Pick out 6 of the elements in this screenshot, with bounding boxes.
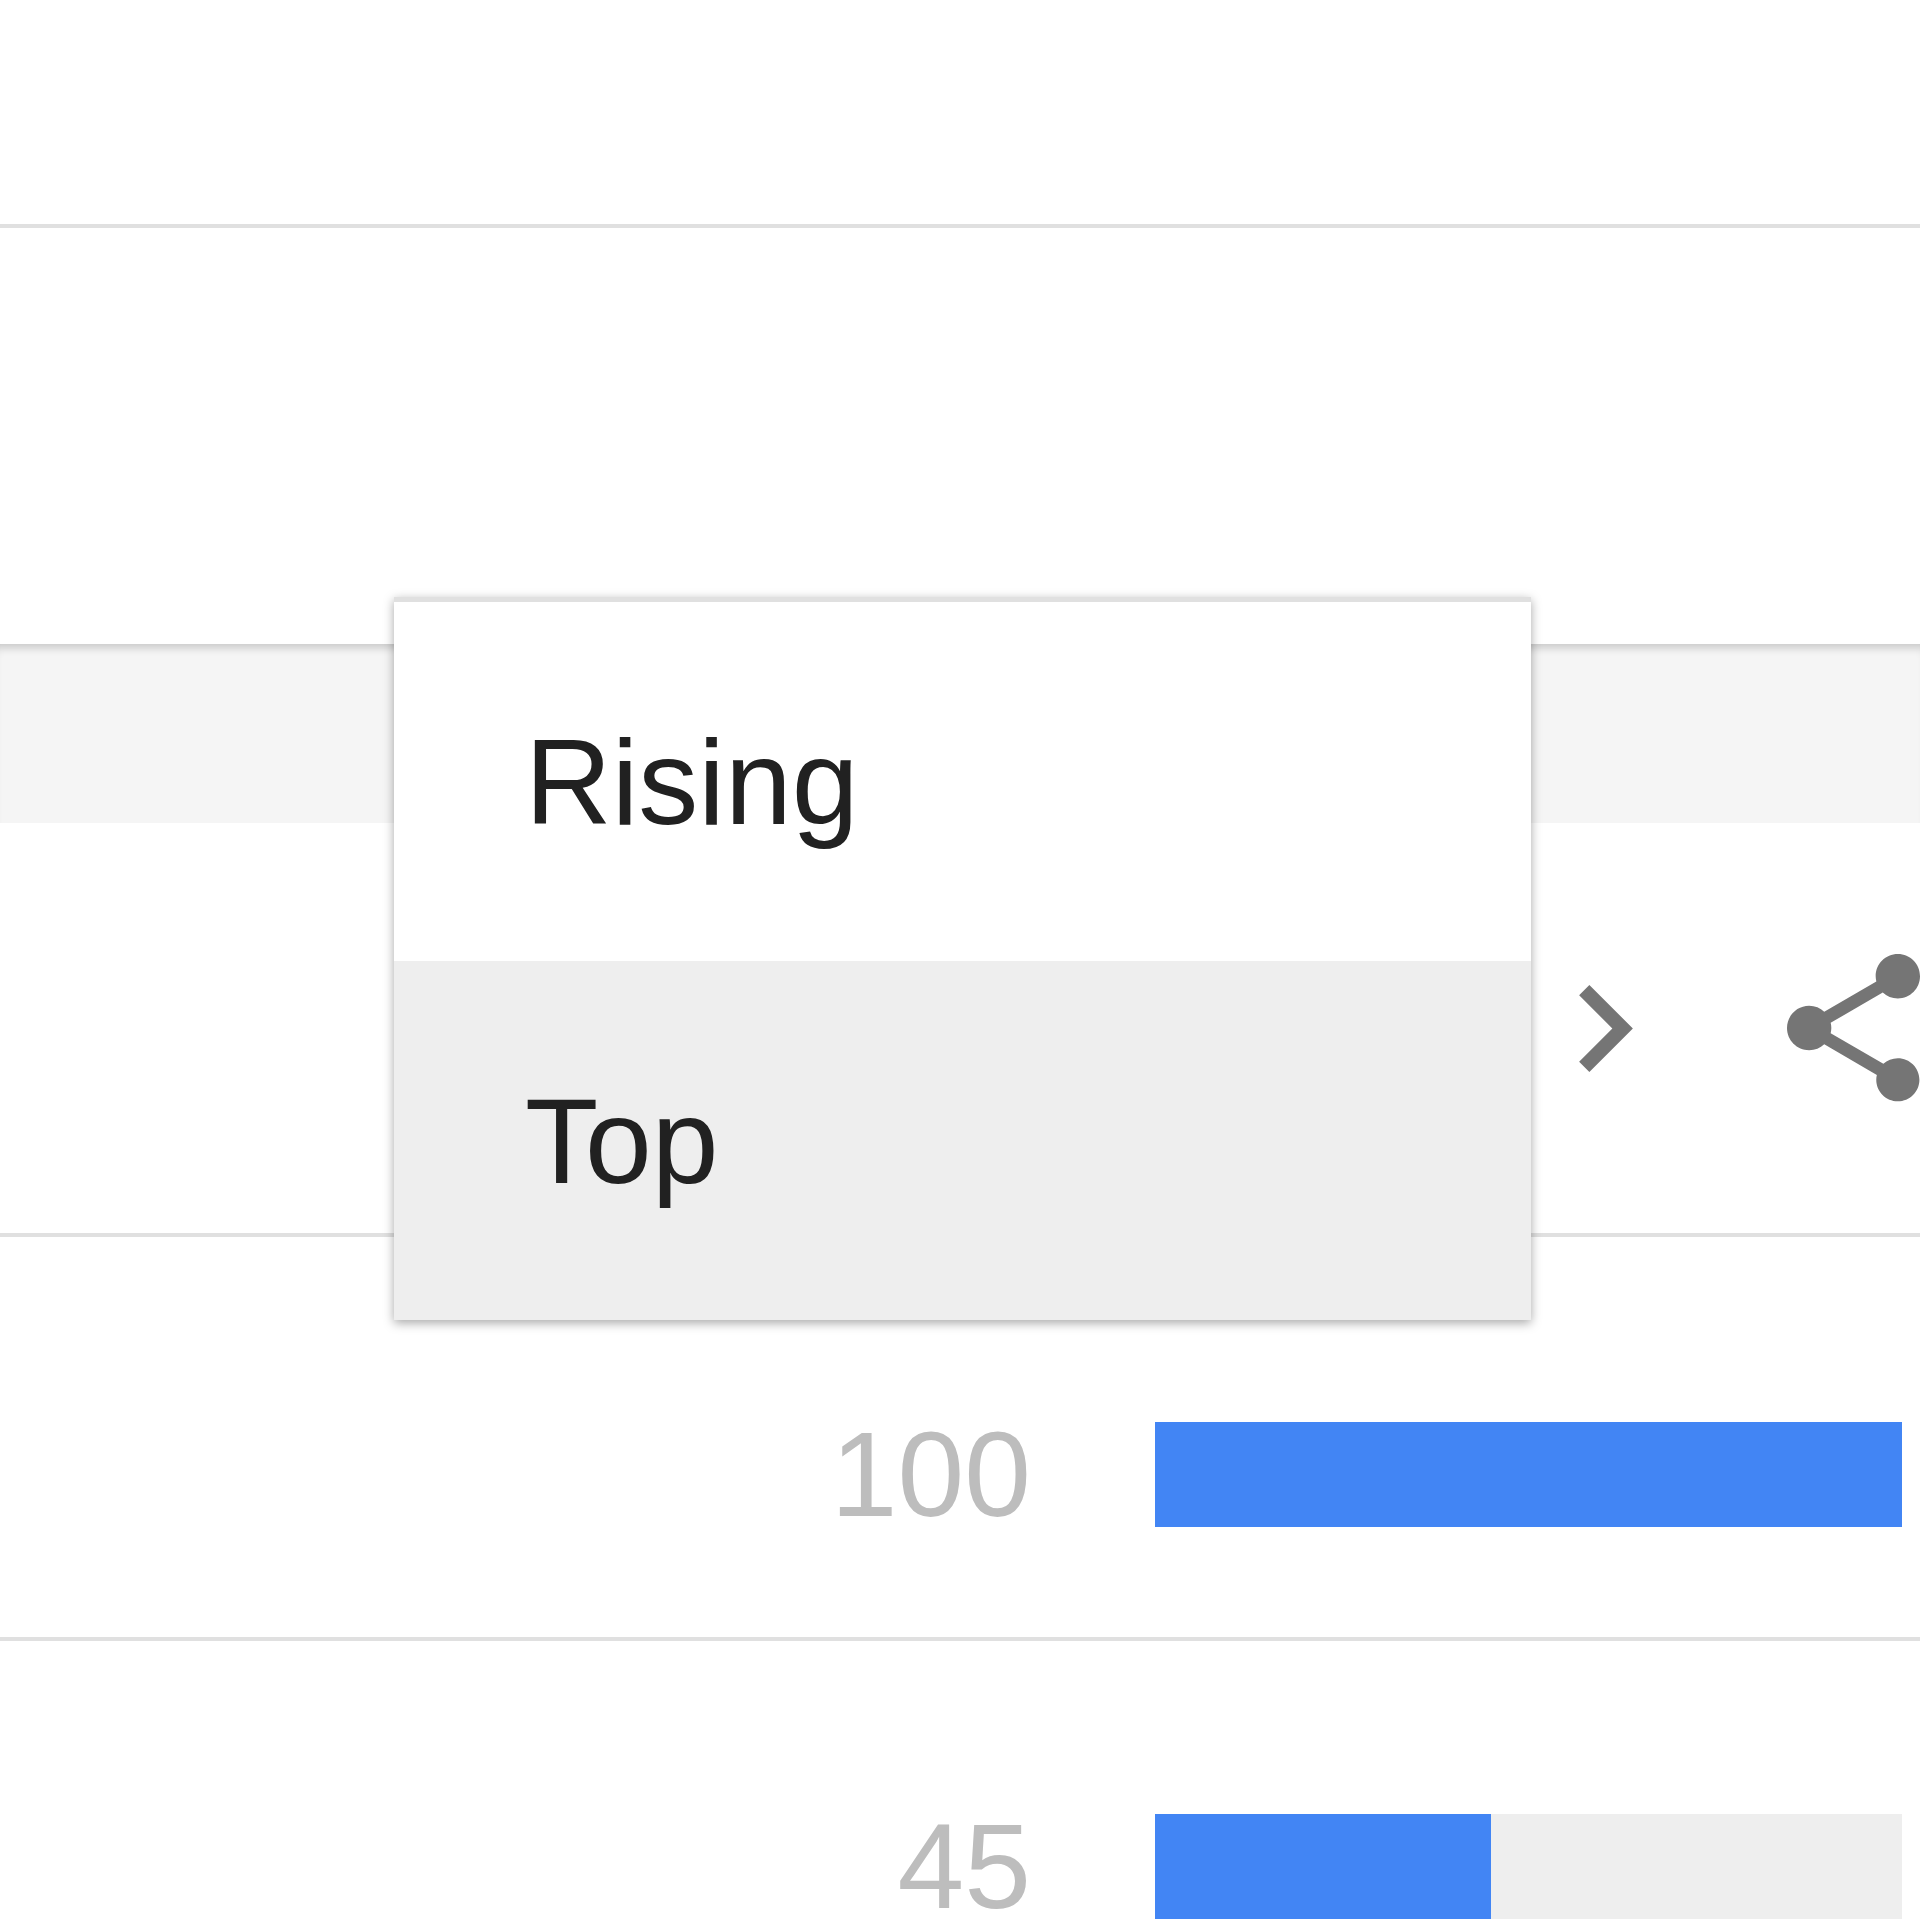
value-label: 45: [897, 1812, 1031, 1920]
menu-item[interactable]: Top: [394, 961, 1531, 1320]
value-label: 100: [830, 1420, 1031, 1528]
share-icon[interactable]: [1787, 954, 1920, 1102]
chevron-right-icon[interactable]: [1579, 984, 1633, 1072]
menu-item[interactable]: Rising: [394, 602, 1531, 961]
